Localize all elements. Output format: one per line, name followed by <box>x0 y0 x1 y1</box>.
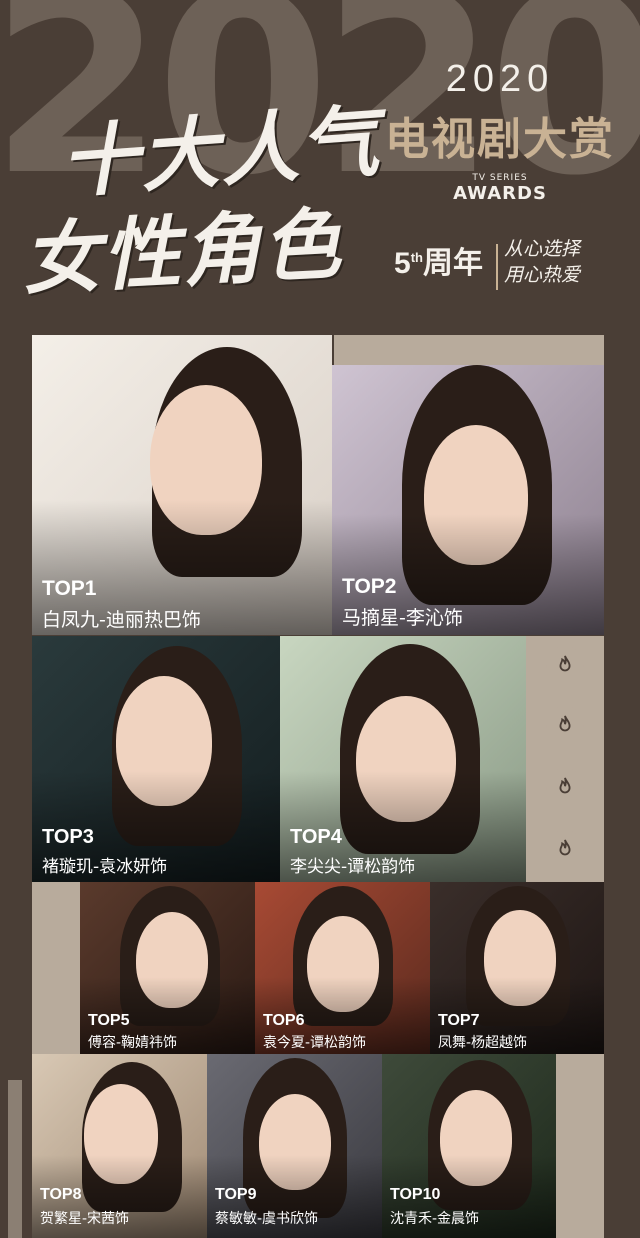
background-band <box>334 335 604 365</box>
ranking-card-top1[interactable]: TOP1 白凤九-迪丽热巴饰 <box>32 335 332 635</box>
awards-brand: 2020 电视剧大赏 TV SERIES AWARDS <box>380 58 620 204</box>
background-band <box>8 1080 22 1238</box>
fire-icon <box>546 706 584 744</box>
title-line-2: 女性角色 <box>20 198 345 307</box>
fire-icon <box>546 768 584 806</box>
ranking-card-top2[interactable]: TOP2 马摘星-李沁饰 <box>332 365 604 635</box>
role-label: 马摘星-李沁饰 <box>342 607 463 629</box>
slogan: 从心选择 用心热爱 <box>504 236 580 288</box>
rank-label: TOP1 <box>42 577 97 600</box>
ranking-card-top7[interactable]: TOP7 凤舞-杨超越饰 <box>430 882 604 1054</box>
rank-label: TOP10 <box>390 1186 441 1203</box>
brand-year: 2020 <box>445 58 555 100</box>
slogan-line-2: 用心热爱 <box>504 264 581 286</box>
ranking-card-top3[interactable]: TOP3 褚璇玑-袁冰妍饰 <box>32 636 280 882</box>
ranking-card-top9[interactable]: TOP9 蔡敏敏-虞书欣饰 <box>207 1054 382 1238</box>
rank-label: TOP6 <box>263 1012 305 1029</box>
anniversary-number: 5 <box>394 247 411 280</box>
rank-label: TOP5 <box>88 1012 130 1029</box>
anniversary-suffix: th <box>410 250 423 265</box>
rank-label: TOP3 <box>42 826 94 848</box>
role-label: 李尖尖-谭松韵饰 <box>290 857 416 877</box>
role-label: 贺繁星-宋茜饰 <box>40 1211 130 1227</box>
fire-icon <box>546 646 584 684</box>
role-label: 沈青禾-金晨饰 <box>390 1211 480 1227</box>
rank-label: TOP4 <box>290 826 342 848</box>
ranking-card-top10[interactable]: TOP10 沈青禾-金晨饰 <box>382 1054 556 1238</box>
anniversary-text: 周年 <box>422 247 483 280</box>
ranking-card-top4[interactable]: TOP4 李尖尖-谭松韵饰 <box>280 636 526 882</box>
role-label: 傅容-鞠婧祎饰 <box>88 1035 178 1051</box>
role-label: 蔡敏敏-虞书欣饰 <box>215 1211 319 1227</box>
role-label: 白凤九-迪丽热巴饰 <box>42 609 201 631</box>
role-label: 褚璇玑-袁冰妍饰 <box>42 857 168 877</box>
brand-name: 电视剧大赏 <box>385 114 615 165</box>
ranking-card-top6[interactable]: TOP6 袁今夏-谭松韵饰 <box>255 882 430 1054</box>
role-label: 袁今夏-谭松韵饰 <box>263 1035 367 1051</box>
rank-label: TOP2 <box>342 575 397 598</box>
rank-label: TOP8 <box>40 1186 82 1203</box>
fire-icon <box>546 830 584 868</box>
ranking-card-top8[interactable]: TOP8 贺繁星-宋茜饰 <box>32 1054 207 1238</box>
divider <box>496 244 498 290</box>
rank-label: TOP9 <box>215 1186 257 1203</box>
anniversary-label: 5th周年 <box>394 238 483 282</box>
brand-awards: AWARDS <box>453 183 547 204</box>
slogan-line-1: 从心选择 <box>504 238 581 260</box>
brand-tv-series: TV SERIES <box>472 173 528 183</box>
role-label: 凤舞-杨超越饰 <box>438 1035 528 1051</box>
background-band <box>32 882 80 1054</box>
rank-label: TOP7 <box>438 1012 480 1029</box>
background-band <box>556 1054 604 1238</box>
ranking-card-top5[interactable]: TOP5 傅容-鞠婧祎饰 <box>80 882 255 1054</box>
